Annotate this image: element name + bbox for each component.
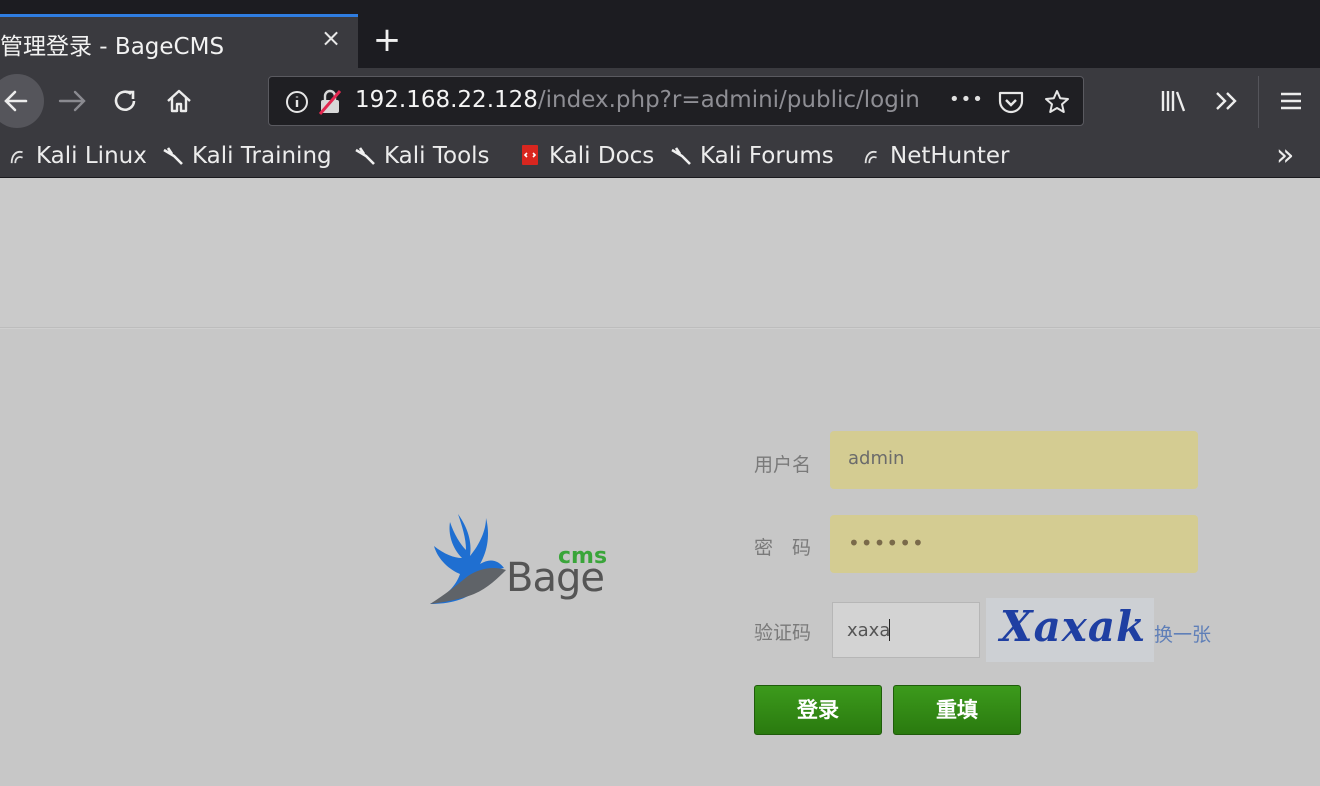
- kali-dragon-icon: [163, 147, 183, 165]
- overflow-chevron-icon[interactable]: [1212, 86, 1242, 116]
- tab-title: 管理登录 - BageCMS: [0, 34, 225, 60]
- kali-dragon-icon: [355, 147, 375, 165]
- close-tab-icon[interactable]: ×: [318, 23, 344, 53]
- bookmark-label: Kali Docs: [549, 143, 655, 169]
- kali-dragon-icon: [864, 150, 877, 164]
- login-button[interactable]: 登录: [754, 685, 882, 735]
- forward-icon[interactable]: [56, 86, 88, 116]
- username-label: 用户名: [754, 454, 812, 476]
- page-header-band: [0, 178, 1320, 328]
- bookmark-kali-linux[interactable]: Kali Linux: [8, 138, 147, 174]
- bookmark-kali-docs[interactable]: Kali Docs: [519, 138, 654, 174]
- captcha-input[interactable]: xaxa: [832, 602, 980, 658]
- bookmark-label: NetHunter: [890, 143, 1010, 169]
- url-path: /index.php?r=admini/public/login: [537, 87, 920, 113]
- docs-icon: [522, 145, 538, 165]
- page-actions-icon[interactable]: •••: [949, 89, 984, 110]
- new-tab-button[interactable]: +: [370, 20, 404, 60]
- reload-icon[interactable]: [110, 86, 140, 116]
- bookmarks-toolbar: Kali Linux Kali Training Kali Tools Kali…: [0, 134, 1320, 178]
- bookmark-star-icon[interactable]: [1043, 88, 1071, 116]
- bookmarks-overflow-icon[interactable]: »: [1276, 138, 1294, 174]
- arrow-left-icon: [4, 90, 28, 112]
- pocket-icon[interactable]: [997, 89, 1025, 115]
- logo-bage-text: Bage: [506, 555, 605, 601]
- text-cursor: [889, 619, 890, 641]
- navigation-bar: 192.168.22.128/index.php?r=admini/public…: [0, 68, 1320, 134]
- bookmark-nethunter[interactable]: NetHunter: [862, 138, 1009, 174]
- bookmark-kali-training[interactable]: Kali Training: [162, 138, 332, 174]
- captcha-value: xaxa: [847, 620, 891, 641]
- url-host: 192.168.22.128: [355, 87, 538, 113]
- captcha-image[interactable]: Xaxak: [986, 598, 1154, 662]
- back-button[interactable]: [0, 74, 44, 128]
- bookmark-label: Kali Forums: [700, 143, 834, 169]
- password-label: 密 码: [754, 537, 812, 559]
- username-input[interactable]: admin: [830, 431, 1198, 489]
- home-icon[interactable]: [164, 86, 194, 116]
- library-icon[interactable]: [1158, 86, 1188, 116]
- insecure-lock-icon[interactable]: [317, 88, 343, 116]
- info-icon[interactable]: [285, 90, 309, 114]
- tab-bar: 管理登录 - BageCMS × +: [0, 0, 1320, 68]
- reset-button[interactable]: 重填: [893, 685, 1021, 735]
- active-tab[interactable]: 管理登录 - BageCMS ×: [0, 14, 358, 68]
- captcha-label: 验证码: [754, 622, 812, 644]
- kali-dragon-icon: [671, 147, 691, 165]
- bookmark-kali-forums[interactable]: Kali Forums: [670, 138, 834, 174]
- password-value: ••••••: [848, 531, 925, 555]
- bookmark-kali-tools[interactable]: Kali Tools: [354, 138, 490, 174]
- refresh-captcha-link[interactable]: 换一张: [1154, 620, 1211, 647]
- menu-icon[interactable]: [1276, 86, 1306, 116]
- toolbar-separator: [1258, 76, 1259, 128]
- address-bar[interactable]: 192.168.22.128/index.php?r=admini/public…: [268, 76, 1084, 126]
- bookmark-label: Kali Training: [192, 143, 332, 169]
- captcha-image-text: Xaxak: [1000, 602, 1147, 651]
- bookmark-label: Kali Linux: [36, 143, 147, 169]
- url-text: 192.168.22.128/index.php?r=admini/public…: [355, 87, 920, 113]
- username-value: admin: [848, 448, 905, 469]
- kali-dragon-icon: [10, 150, 23, 164]
- password-input[interactable]: ••••••: [830, 515, 1198, 573]
- bookmark-label: Kali Tools: [384, 143, 490, 169]
